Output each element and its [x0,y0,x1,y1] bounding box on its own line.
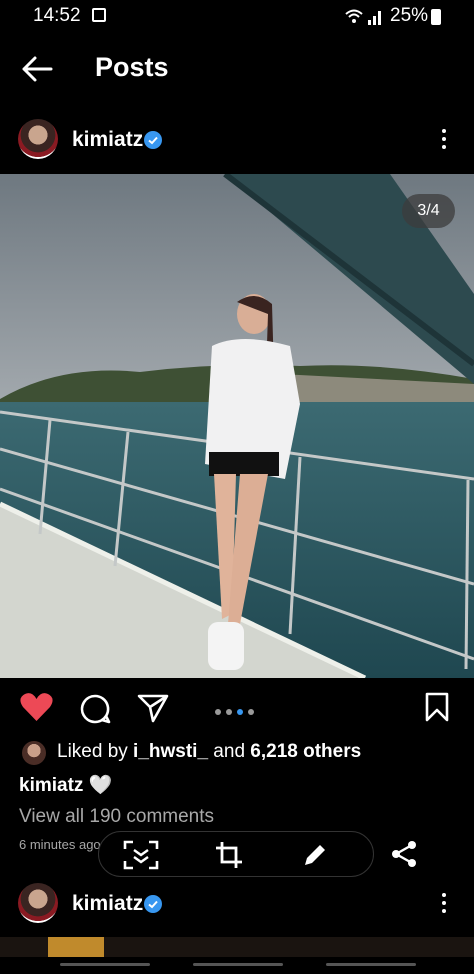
battery-percent: 25% [390,5,429,26]
nav-home[interactable] [193,963,283,966]
send-icon[interactable] [137,693,169,723]
status-time: 14:52 [33,5,81,26]
share-icon[interactable] [390,840,418,868]
carousel-indicator [215,702,259,720]
likes-text[interactable]: Liked by i_hwsti_ and 6,218 others [57,741,361,763]
post-image[interactable] [0,174,474,678]
nav-back[interactable] [326,963,416,966]
liker-avatar[interactable] [22,741,46,765]
screenshot-toolbar [98,831,374,877]
next-post-image-peek [0,937,474,957]
liker-username[interactable]: i_hwsti_ [133,741,208,762]
back-arrow-icon[interactable] [20,54,54,84]
bookmark-icon[interactable] [424,692,450,722]
status-bar: 14:52 25% [0,0,474,34]
caption-username[interactable]: kimiatz [19,775,83,796]
next-post-image-fragment [48,937,104,957]
likes-middle: and [208,741,251,762]
view-comments-link[interactable]: View all 190 comments [19,806,214,828]
heart-icon[interactable] [20,692,53,722]
scan-icon[interactable] [123,840,159,870]
likes-count[interactable]: 6,218 others [250,741,361,762]
verified-badge-icon [144,895,162,913]
likes-prefix: Liked by [57,741,134,762]
nav-recents[interactable] [60,963,150,966]
avatar[interactable] [18,119,58,159]
signal-wifi-icon [345,9,381,25]
next-post-username[interactable]: kimiatz [72,892,143,916]
verified-badge-icon [144,131,162,149]
notification-check-icon [92,8,106,22]
post-username[interactable]: kimiatz [72,128,143,152]
pencil-icon[interactable] [301,841,329,869]
avatar[interactable] [18,883,58,923]
crop-icon[interactable] [215,841,243,869]
more-options-icon[interactable] [441,129,447,153]
caption-text: 🤍 [83,775,113,796]
post-photo [0,174,474,678]
battery-icon [431,9,441,25]
more-options-icon[interactable] [441,893,447,917]
post-timestamp: 6 minutes ago [19,837,101,852]
page-title: Posts [95,52,169,82]
image-counter-badge: 3/4 [402,194,455,228]
caption: kimiatz 🤍 [19,773,112,797]
comment-icon[interactable] [79,693,111,725]
